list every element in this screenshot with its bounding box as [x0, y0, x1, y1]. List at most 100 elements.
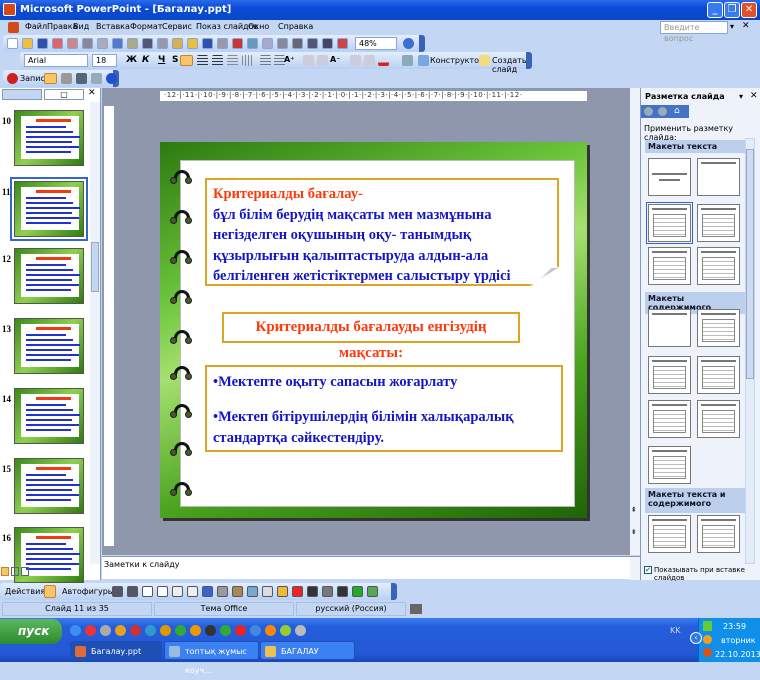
slide-thumbnail[interactable] — [10, 177, 88, 241]
pane-scrollbar[interactable] — [745, 138, 755, 564]
font-name-select[interactable]: Arial — [24, 54, 88, 67]
notes-placeholder[interactable]: Заметки к слайду — [104, 560, 179, 569]
superscript-icon[interactable] — [303, 55, 314, 66]
underline-button[interactable]: Ч — [158, 55, 165, 65]
menu-8[interactable]: Справка — [278, 22, 313, 31]
show-on-insert-checkbox[interactable]: ✔ — [644, 566, 652, 574]
back-icon[interactable] — [644, 107, 653, 116]
quick-launch-icon[interactable] — [220, 625, 231, 636]
menu-0[interactable]: Файл — [25, 22, 47, 31]
menu-7[interactable]: Окно — [248, 22, 269, 31]
layout-four[interactable] — [648, 446, 691, 484]
quick-launch-icon[interactable] — [115, 625, 126, 636]
hyperlink-icon[interactable] — [277, 38, 288, 49]
shadow-icon[interactable] — [352, 586, 363, 597]
justify-button[interactable] — [227, 55, 238, 66]
cut-icon[interactable] — [142, 38, 153, 49]
camera-icon[interactable] — [91, 73, 102, 84]
notes-scrollbar[interactable] — [630, 557, 640, 580]
slide-thumbnail[interactable] — [14, 318, 84, 374]
help-icon[interactable] — [403, 38, 414, 49]
line-icon[interactable] — [112, 586, 123, 597]
slideshow-button[interactable] — [21, 567, 29, 576]
menu-4[interactable]: Формат — [130, 22, 162, 31]
language-indicator[interactable]: русский (Россия) — [296, 602, 406, 616]
layout-titleonly[interactable] — [697, 158, 740, 196]
align-left-button[interactable] — [180, 55, 193, 66]
help-icon[interactable] — [106, 73, 117, 84]
decrease-font-button[interactable]: A⁻ — [330, 55, 340, 64]
slide-thumbnail[interactable] — [14, 248, 84, 304]
layout-content[interactable] — [648, 356, 691, 394]
pen-icon[interactable] — [44, 73, 57, 84]
clock-time[interactable]: 23:59 — [723, 622, 746, 631]
designer-button[interactable]: Конструктор — [430, 56, 484, 65]
document-icon[interactable] — [8, 22, 19, 33]
slide-canvas[interactable]: Критериалды бағалау- бұл білім берудің м… — [160, 142, 587, 518]
home-icon[interactable]: ⌂ — [674, 106, 680, 116]
quick-launch-icon[interactable] — [190, 625, 201, 636]
dash-style-icon[interactable] — [322, 586, 333, 597]
language-bar[interactable]: KK — [670, 626, 681, 635]
copy-icon[interactable] — [157, 38, 168, 49]
minimize-button[interactable]: _ — [707, 2, 723, 18]
layout-vert[interactable] — [648, 247, 691, 285]
speaker-icon[interactable] — [61, 73, 72, 84]
select-pointer-icon[interactable] — [44, 585, 56, 598]
email-icon[interactable] — [67, 38, 78, 49]
normal-view-button[interactable] — [1, 567, 9, 576]
scrollbar-thumb[interactable] — [746, 149, 754, 379]
slide-sorter-button[interactable] — [11, 567, 19, 576]
shadow-button[interactable]: S — [172, 55, 178, 65]
table-icon[interactable] — [247, 38, 258, 49]
layout-contenttext[interactable] — [697, 515, 740, 553]
clipart-icon[interactable] — [232, 586, 243, 597]
permission-icon[interactable] — [52, 38, 63, 49]
expand-icon[interactable] — [292, 38, 303, 49]
subscript-icon[interactable] — [317, 55, 328, 66]
quick-launch-icon[interactable] — [235, 625, 246, 636]
font-color-icon[interactable] — [292, 586, 303, 597]
powerpoint-app-icon[interactable] — [3, 3, 16, 16]
layout-four[interactable] — [697, 400, 740, 438]
layout-blank[interactable] — [648, 309, 691, 347]
rectangle-icon[interactable] — [142, 586, 153, 597]
scrollbar-thumb[interactable] — [91, 242, 99, 292]
layout-content[interactable] — [697, 309, 740, 347]
vertical-textbox-icon[interactable] — [187, 586, 198, 597]
picture-icon[interactable] — [247, 586, 258, 597]
align-right-button[interactable] — [212, 55, 223, 66]
notes-pane[interactable]: Заметки к слайду — [102, 556, 640, 580]
zoom-select[interactable]: 48% — [355, 37, 397, 50]
quick-launch-icon[interactable] — [85, 625, 96, 636]
italic-button[interactable]: К — [142, 55, 149, 65]
messenger-icon[interactable] — [703, 635, 712, 644]
layout-four[interactable] — [648, 400, 691, 438]
slide-thumbnail[interactable] — [14, 458, 84, 514]
text-direction-button[interactable] — [242, 55, 253, 66]
help-dropdown-icon[interactable]: ▾ — [730, 22, 734, 31]
arrow-style-icon[interactable] — [337, 586, 348, 597]
quick-launch-icon[interactable] — [280, 625, 291, 636]
open-icon[interactable] — [22, 38, 33, 49]
redo-icon[interactable] — [217, 38, 228, 49]
line-color-icon[interactable] — [277, 586, 288, 597]
slide-thumbnail[interactable] — [14, 110, 84, 166]
increase-font-button[interactable]: A⁺ — [284, 55, 294, 64]
spelling-status-icon[interactable] — [410, 604, 422, 614]
layout-bullets[interactable] — [646, 202, 693, 244]
new-icon[interactable] — [7, 38, 18, 49]
tables-borders-icon[interactable] — [262, 38, 273, 49]
goal-heading-textbox[interactable]: Критериалды бағалауды енгізудің мақсаты: — [222, 312, 520, 361]
menu-3[interactable]: Вставка — [96, 22, 130, 31]
download-icon[interactable] — [703, 621, 712, 631]
forward-icon[interactable] — [658, 107, 667, 116]
layout-title[interactable] — [648, 158, 691, 196]
layout-twocontent[interactable] — [697, 356, 740, 394]
slides-scrollbar[interactable] — [90, 102, 100, 564]
align-center-button[interactable] — [197, 55, 208, 66]
grid-icon[interactable] — [322, 38, 333, 49]
menu-5[interactable]: Сервис — [162, 22, 192, 31]
3d-icon[interactable] — [367, 586, 378, 597]
slide-thumbnail[interactable] — [14, 388, 84, 444]
